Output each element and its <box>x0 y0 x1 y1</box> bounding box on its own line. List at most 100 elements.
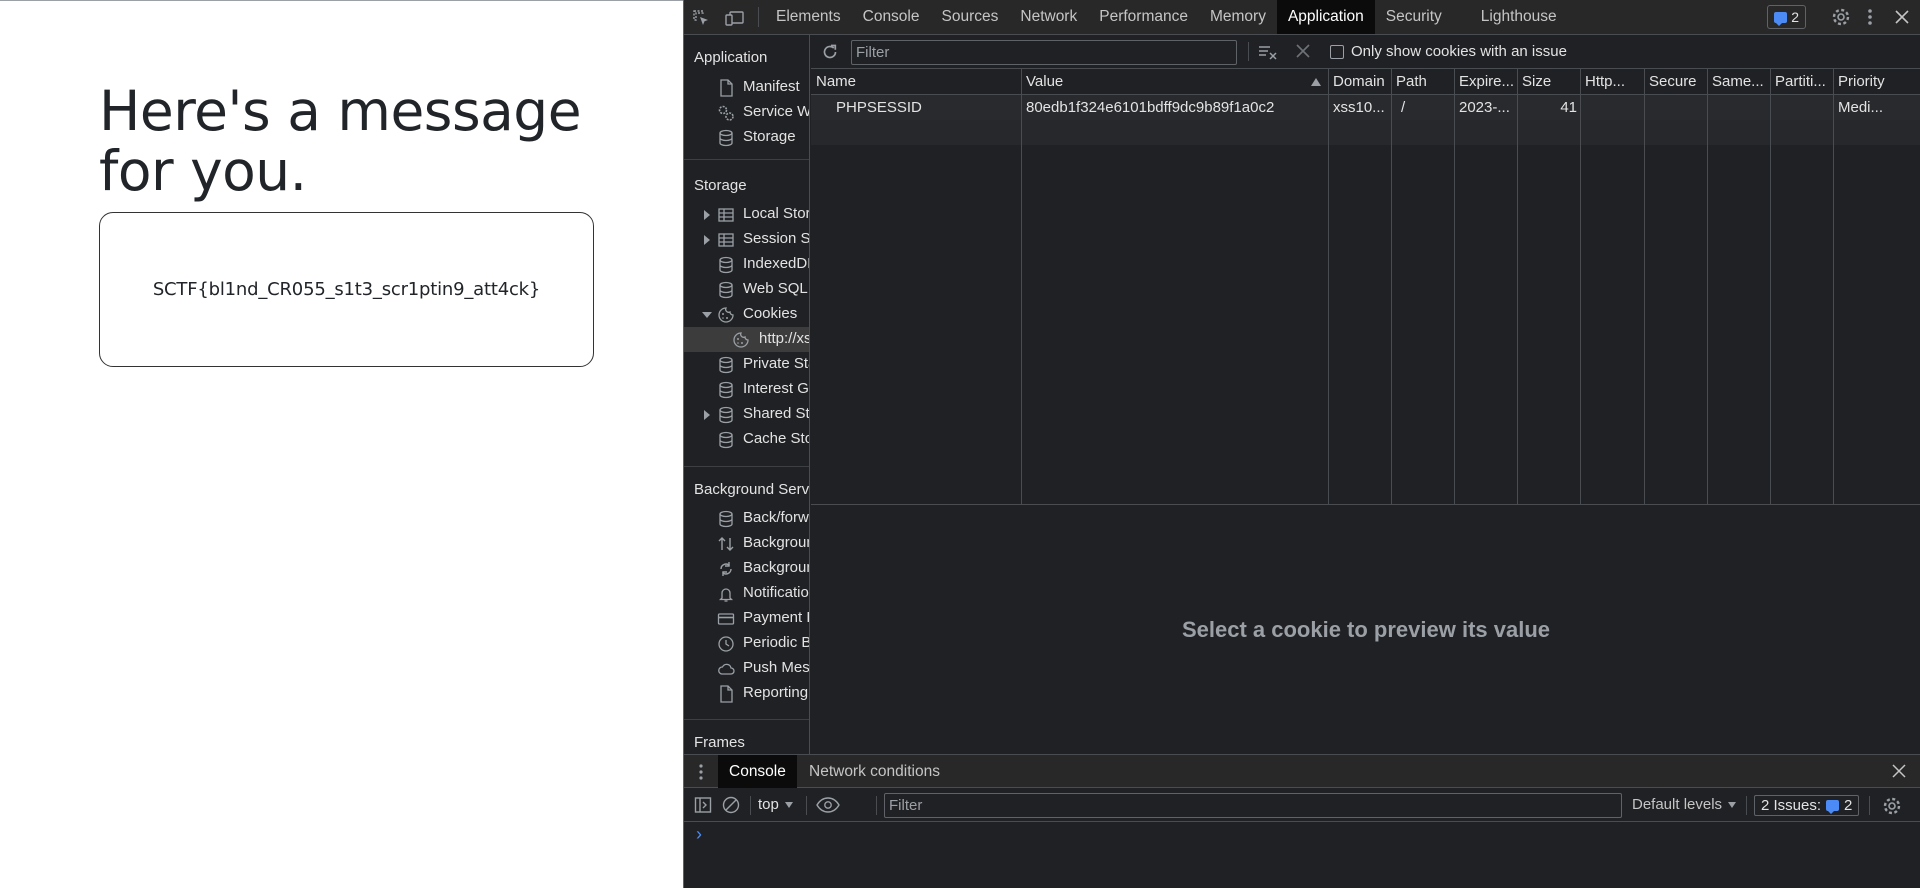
sidebar-item-local-storage[interactable]: Local Storage <box>684 202 809 227</box>
expand-arrow-icon[interactable] <box>704 210 710 220</box>
sidebar-item-push-messaging[interactable]: Push Messaging <box>684 656 809 681</box>
sidebar-item-notifications[interactable]: Notifications <box>684 581 809 606</box>
message-icon <box>1826 800 1840 814</box>
refresh-icon[interactable] <box>820 42 840 62</box>
tab-sources[interactable]: Sources <box>931 0 1010 34</box>
sidebar-item-cookie-origin[interactable]: http://xss1 <box>684 327 809 352</box>
sidebar-item-cache-storage[interactable]: Cache Storage <box>684 427 809 452</box>
column-divider <box>1707 69 1708 504</box>
table-icon <box>718 208 734 222</box>
cell-domain: xss10... <box>1333 99 1385 116</box>
database-icon <box>719 281 733 299</box>
settings-gear-icon[interactable] <box>1831 7 1851 27</box>
issues-counter-button[interactable]: 2 <box>1767 5 1806 29</box>
drawer-tab-console[interactable]: Console <box>718 755 797 788</box>
tab-console[interactable]: Console <box>852 0 931 34</box>
sidebar-toggle-icon[interactable] <box>694 796 712 814</box>
console-filter-input[interactable] <box>884 793 1622 818</box>
expand-arrow-icon[interactable] <box>704 235 710 245</box>
divider <box>750 796 751 815</box>
tab-performance[interactable]: Performance <box>1088 0 1199 34</box>
column-header-path[interactable]: Path <box>1396 73 1452 90</box>
device-toolbar-icon[interactable] <box>718 0 752 35</box>
column-header-secure[interactable]: Secure <box>1649 73 1705 90</box>
message-text: SCTF{bl1nd_CR055_s1t3_scr1ptin9_att4ck} <box>152 279 541 300</box>
column-header-httponly[interactable]: Http... <box>1585 73 1641 90</box>
sidebar-item-service-workers[interactable]: Service Workers <box>684 100 809 125</box>
database-icon <box>719 381 733 399</box>
tab-security[interactable]: Security <box>1375 0 1470 34</box>
sync-icon <box>720 562 732 576</box>
sidebar-item-background-fetch[interactable]: Background Fetch <box>684 531 809 556</box>
column-header-partition-key[interactable]: Partiti... <box>1775 73 1831 90</box>
column-header-domain[interactable]: Domain <box>1333 73 1389 90</box>
database-icon <box>719 256 733 274</box>
webpage-viewport: Here's a message for you. SCTF{bl1nd_CR0… <box>0 0 683 888</box>
column-header-samesite[interactable]: Same... <box>1712 73 1768 90</box>
sidebar-item-payment-handler[interactable]: Payment Handler <box>684 606 809 631</box>
divider <box>684 719 809 720</box>
expand-arrow-icon[interactable] <box>704 410 710 420</box>
column-header-name[interactable]: Name <box>816 73 1016 90</box>
sidebar-item-session-storage[interactable]: Session Storage <box>684 227 809 252</box>
cookie-filter-input[interactable] <box>851 40 1237 65</box>
sidebar-item-background-sync[interactable]: Background Sync <box>684 556 809 581</box>
sidebar-header-background-services: Background Services <box>694 481 810 498</box>
sidebar-item-indexeddb[interactable]: IndexedDB <box>684 252 809 277</box>
column-header-priority[interactable]: Priority <box>1838 73 1918 90</box>
checkbox-icon[interactable] <box>1330 44 1344 59</box>
clear-all-cookies-icon[interactable] <box>1258 43 1278 61</box>
column-header-expires[interactable]: Expire... <box>1459 73 1515 90</box>
database-icon <box>719 129 733 147</box>
sidebar-item-cookies[interactable]: Cookies <box>684 302 809 327</box>
tab-application[interactable]: Application <box>1276 0 1375 34</box>
more-options-icon[interactable] <box>1857 8 1883 26</box>
topbar-actions: 2 <box>1767 0 1920 34</box>
log-levels-dropdown[interactable]: Default levels <box>1632 796 1737 813</box>
sidebar-item-periodic-background-sync[interactable]: Periodic Background Sync <box>684 631 809 656</box>
column-header-value[interactable]: Value <box>1026 73 1306 90</box>
sidebar-item-reporting-api[interactable]: Reporting API <box>684 681 809 706</box>
sidebar-item-interest-groups[interactable]: Interest Groups <box>684 377 809 402</box>
context-selector[interactable]: top <box>758 796 793 813</box>
cell-name: PHPSESSID <box>836 99 922 116</box>
chevron-down-icon <box>1728 802 1737 809</box>
divider <box>684 466 809 467</box>
drawer-menu-icon[interactable] <box>698 763 704 781</box>
table-row-empty <box>811 120 1920 145</box>
collapse-arrow-icon[interactable] <box>702 312 712 318</box>
tab-lighthouse[interactable]: Lighthouse <box>1470 0 1568 34</box>
tab-network[interactable]: Network <box>1009 0 1088 34</box>
console-output[interactable]: › <box>684 822 1920 888</box>
divider <box>1746 796 1747 815</box>
column-divider <box>1580 69 1581 504</box>
sidebar-item-storage[interactable]: Storage <box>684 125 809 150</box>
sidebar-item-shared-storage[interactable]: Shared Storage <box>684 402 809 427</box>
console-issues-button[interactable]: 2 Issues: 2 <box>1754 795 1860 816</box>
drawer-tab-bar: Console Network conditions <box>684 754 1920 788</box>
inspect-element-icon[interactable] <box>684 0 718 35</box>
tab-memory[interactable]: Memory <box>1199 0 1277 34</box>
only-issues-label: Only show cookies with an issue <box>1351 43 1567 60</box>
only-issues-checkbox[interactable]: Only show cookies with an issue <box>1330 43 1567 60</box>
eye-icon[interactable] <box>816 796 840 814</box>
tab-elements[interactable]: Elements <box>765 0 852 34</box>
database-icon <box>719 356 733 374</box>
column-divider <box>1021 69 1022 504</box>
column-header-size[interactable]: Size <box>1522 73 1578 90</box>
sidebar-item-manifest[interactable]: Manifest <box>684 75 809 100</box>
bell-icon <box>718 588 734 602</box>
delete-selected-icon[interactable] <box>1296 44 1310 58</box>
console-settings-gear-icon[interactable] <box>1882 796 1902 816</box>
close-devtools-icon[interactable] <box>1889 10 1915 24</box>
document-icon <box>720 685 733 703</box>
clear-console-icon[interactable] <box>722 796 740 814</box>
close-drawer-icon[interactable] <box>1892 764 1906 778</box>
sidebar-item-back-forward-cache[interactable]: Back/forward cache <box>684 506 809 531</box>
divider <box>1248 42 1249 61</box>
sidebar-item-private-state-tokens[interactable]: Private State Tokens <box>684 352 809 377</box>
cookies-toolbar: Only show cookies with an issue <box>811 35 1920 69</box>
drawer-tab-network-conditions[interactable]: Network conditions <box>798 755 951 788</box>
cookie-row[interactable]: PHPSESSID 80edb1f324e6101bdff9dc9b89f1a0… <box>811 95 1920 120</box>
sidebar-item-web-sql[interactable]: Web SQL <box>684 277 809 302</box>
